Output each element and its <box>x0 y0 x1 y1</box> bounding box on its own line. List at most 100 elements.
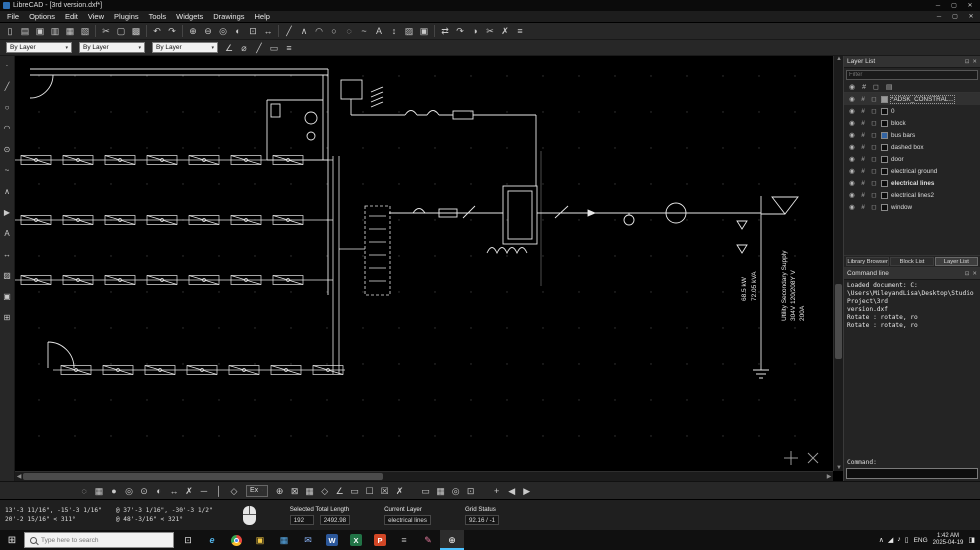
float-panel-icon[interactable]: ⊡ <box>965 59 970 65</box>
zoom-pan-icon[interactable]: ↔ <box>261 24 275 38</box>
taskbar-chrome-icon[interactable] <box>224 530 248 550</box>
visibility-icon[interactable]: ◉ <box>848 107 856 115</box>
visibility-icon[interactable]: ◉ <box>848 119 856 127</box>
layer-row[interactable]: ◉ # ◻ 0 <box>844 105 980 117</box>
lock-icon[interactable]: ◻ <box>870 191 878 199</box>
lock-icon[interactable]: ◻ <box>870 143 878 151</box>
pen-linetype-select[interactable]: By Layer ▾ <box>152 42 218 53</box>
visibility-icon[interactable]: ◉ <box>848 131 856 139</box>
layer-color-swatch[interactable] <box>881 143 888 151</box>
modify-trim-icon[interactable]: ✂ <box>483 24 497 38</box>
construction-icon[interactable]: # <box>859 156 867 163</box>
lock-icon[interactable]: ◻ <box>870 203 878 211</box>
volume-icon[interactable]: ♪ <box>897 536 901 544</box>
snap-middle-icon[interactable]: ◐ <box>152 484 166 498</box>
close-button[interactable]: ✕ <box>963 1 977 10</box>
layer-color-swatch[interactable] <box>881 95 888 103</box>
snap-grid-icon[interactable]: ▦ <box>92 484 106 498</box>
draw-text-icon[interactable]: A <box>372 24 386 38</box>
taskbar-excel-icon[interactable]: X <box>344 530 368 550</box>
tool-select-icon[interactable]: ▶ <box>1 206 14 219</box>
menu-edit[interactable]: Edit <box>60 11 83 22</box>
copy-icon[interactable]: ▢ <box>114 24 128 38</box>
taskbar-mail-icon[interactable]: ✉ <box>296 530 320 550</box>
taskbar-photos-icon[interactable]: ▦ <box>272 530 296 550</box>
visibility-icon[interactable]: ◉ <box>848 95 856 103</box>
mdi-minimize-button[interactable]: ─ <box>932 12 946 21</box>
command-input[interactable] <box>846 468 978 479</box>
lock-relative-zero-icon[interactable]: ⊠ <box>288 484 302 498</box>
canvas-area[interactable]: 68.5 kW 72.05 kVA Utility Secondary Supp… <box>15 56 843 481</box>
layer-color-swatch[interactable] <box>881 179 888 187</box>
close-panel-icon[interactable]: ✕ <box>972 271 977 277</box>
layer-row[interactable]: ◉ # ◻ electrical ground <box>844 165 980 177</box>
menu-file[interactable]: File <box>2 11 24 22</box>
lock-icon[interactable]: ◻ <box>870 155 878 163</box>
zoom-in-icon[interactable]: ⊕ <box>186 24 200 38</box>
draw-arc-icon[interactable]: ◠ <box>312 24 326 38</box>
modify-delete-icon[interactable]: ✗ <box>498 24 512 38</box>
snap-free-icon[interactable]: ◌ <box>77 484 91 498</box>
network-icon[interactable]: ◢ <box>888 536 893 544</box>
float-panel-icon[interactable]: ⊡ <box>965 271 970 277</box>
construction-icon[interactable]: # <box>859 96 867 103</box>
layer-name[interactable]: electrical lines <box>891 180 934 187</box>
dimension-icon[interactable]: ↕ <box>387 24 401 38</box>
undo-icon[interactable]: ↶ <box>150 24 164 38</box>
tool-point-icon[interactable]: · <box>1 59 14 72</box>
battery-icon[interactable]: ▯ <box>905 536 909 544</box>
taskbar-paint-icon[interactable]: ✎ <box>416 530 440 550</box>
new-document-icon[interactable]: ▯ <box>3 24 17 38</box>
zoom-auto-icon[interactable]: ◎ <box>216 24 230 38</box>
layer-row[interactable]: ◉ # ◻ electrical lines2 <box>844 189 980 201</box>
paste-icon[interactable]: ▩ <box>129 24 143 38</box>
save-as-icon[interactable]: ▥ <box>48 24 62 38</box>
horizontal-scrollbar[interactable]: ◀ ▶ <box>15 471 833 481</box>
snap-endpoint-icon[interactable]: ● <box>107 484 121 498</box>
pen-width-select[interactable]: By Layer ▾ <box>79 42 145 53</box>
isometric-grid-icon[interactable]: ◇ <box>318 484 332 498</box>
layer-name[interactable]: electrical ground <box>891 168 937 175</box>
layer-filter-input[interactable] <box>846 70 978 80</box>
tool-circle-icon[interactable]: ○ <box>1 101 14 114</box>
layer-name[interactable]: window <box>891 204 912 211</box>
start-button[interactable]: ⊞ <box>2 530 22 550</box>
mdi-close-button[interactable]: ✕ <box>964 12 978 21</box>
lock-icon[interactable]: ◻ <box>870 107 878 115</box>
construction-icon[interactable]: # <box>859 192 867 199</box>
vertical-scroll-thumb[interactable] <box>835 284 842 359</box>
construction-icon[interactable]: # <box>859 120 867 127</box>
visibility-icon[interactable]: ◉ <box>848 143 856 151</box>
construction-icon[interactable]: # <box>859 132 867 139</box>
properties-icon[interactable]: ≡ <box>513 24 527 38</box>
scroll-right-icon[interactable]: ▶ <box>825 473 833 480</box>
nav-next-icon[interactable]: ▶ <box>520 484 534 498</box>
rect-attr-icon[interactable]: ▭ <box>267 41 281 55</box>
visibility-icon[interactable]: ◉ <box>848 203 856 211</box>
grid-settings-icon[interactable]: ▦ <box>434 484 448 498</box>
dock-tab-layer-list[interactable]: Layer List <box>934 257 978 266</box>
zoom-window-icon[interactable]: ⊡ <box>246 24 260 38</box>
kill-actions-icon[interactable]: ✗ <box>393 484 407 498</box>
cut-icon[interactable]: ✂ <box>99 24 113 38</box>
construction-icon[interactable]: # <box>859 204 867 211</box>
layer-color-swatch[interactable] <box>881 131 888 139</box>
layer-color-swatch[interactable] <box>881 191 888 199</box>
tray-expand-icon[interactable]: ∧ <box>879 536 884 544</box>
minimize-button[interactable]: ─ <box>931 1 945 10</box>
menu-widgets[interactable]: Widgets <box>171 11 208 22</box>
clock[interactable]: 1:42 AM 2025-04-19 <box>933 533 964 547</box>
draw-polyline-icon[interactable]: ∧ <box>297 24 311 38</box>
scroll-up-icon[interactable]: ▲ <box>834 56 844 62</box>
nav-previous-icon[interactable]: ◀ <box>505 484 519 498</box>
tool-line-icon[interactable]: ╱ <box>1 80 14 93</box>
add-toolbar-icon[interactable]: + <box>490 484 504 498</box>
cad-drawing[interactable]: 68.5 kW 72.05 kVA Utility Secondary Supp… <box>15 56 833 471</box>
pen-color-select[interactable]: By Layer ▾ <box>6 42 72 53</box>
tool-hatch-icon[interactable]: ▨ <box>1 269 14 282</box>
horizontal-scroll-thumb[interactable] <box>23 473 383 480</box>
fullscreen-toggle-icon[interactable]: ⊡ <box>464 484 478 498</box>
tool-image-icon[interactable]: ▣ <box>1 290 14 303</box>
layer-color-swatch[interactable] <box>881 107 888 115</box>
visibility-icon[interactable]: ◉ <box>848 191 856 199</box>
